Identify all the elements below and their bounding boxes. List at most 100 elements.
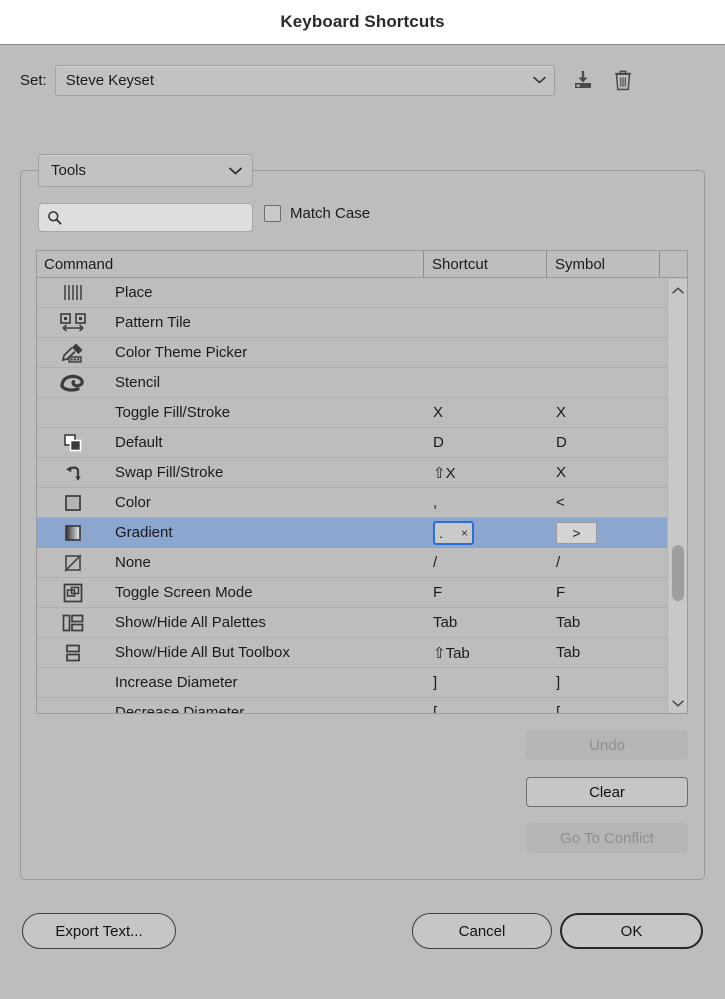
table-row[interactable]: Swap Fill/Stroke ⇧X X <box>37 458 687 488</box>
toolbox-icon <box>37 638 109 668</box>
default-fill-stroke-icon <box>37 428 109 458</box>
table-row[interactable]: Color Theme Picker <box>37 338 687 368</box>
table-body: Place Pattern Tile Color Theme Picker St… <box>37 278 687 713</box>
shortcut-value[interactable]: ⇧X <box>423 458 546 488</box>
window-title: Keyboard Shortcuts <box>280 12 445 31</box>
pattern-tile-icon <box>37 308 109 338</box>
category-dropdown[interactable]: Tools <box>38 154 253 187</box>
command-label: Pattern Tile <box>115 314 191 331</box>
shortcut-value[interactable]: D <box>423 428 546 458</box>
scroll-up-button[interactable] <box>668 281 687 299</box>
stencil-icon <box>37 368 109 398</box>
color-theme-picker-icon <box>37 338 109 368</box>
symbol-value: ] <box>556 674 561 691</box>
match-case-control[interactable]: Match Case <box>264 205 370 222</box>
ok-button-label: OK <box>620 922 643 940</box>
undo-button[interactable]: Undo <box>526 730 688 760</box>
shortcut-value[interactable] <box>423 278 546 308</box>
command-label: Default <box>115 434 163 451</box>
set-label: Set: <box>20 71 47 89</box>
shortcut-input[interactable]: . × <box>433 520 474 545</box>
command-label: Show/Hide All But Toolbox <box>115 644 290 661</box>
keyset-value: Steve Keyset <box>65 71 155 89</box>
shortcut-input-value: . <box>439 524 443 541</box>
table-row[interactable]: Toggle Fill/Stroke X X <box>37 398 687 428</box>
scroll-down-button[interactable] <box>668 694 687 712</box>
symbol-value <box>546 308 659 338</box>
gradient-icon <box>37 518 109 548</box>
delete-keyset-button[interactable] <box>611 67 635 93</box>
table-row[interactable]: Show/Hide All Palettes Tab Tab <box>37 608 687 638</box>
command-label: Swap Fill/Stroke <box>115 464 224 481</box>
row-icon-empty <box>37 698 109 714</box>
symbol-input[interactable]: > <box>556 521 597 544</box>
export-text-button[interactable]: Export Text... <box>22 913 176 949</box>
shortcuts-table: Command Shortcut Symbol Place Pattern Ti… <box>36 250 688 714</box>
table-row[interactable]: Show/Hide All But Toolbox ⇧Tab Tab <box>37 638 687 668</box>
table-scrollbar[interactable] <box>667 279 687 713</box>
table-row-selected[interactable]: Gradient . × > <box>37 518 687 548</box>
command-label: Decrease Diameter <box>115 704 245 714</box>
trash-icon <box>613 69 633 92</box>
keyset-dropdown[interactable]: Steve Keyset <box>54 64 555 96</box>
table-row[interactable]: Pattern Tile <box>37 308 687 338</box>
save-keyset-button[interactable] <box>571 67 595 93</box>
table-row[interactable]: None / / <box>37 548 687 578</box>
shortcut-value[interactable]: X <box>423 398 546 428</box>
table-row[interactable]: Stencil <box>37 368 687 398</box>
command-label: Toggle Screen Mode <box>115 584 253 601</box>
command-label: Color <box>115 494 151 511</box>
export-text-label: Export Text... <box>55 922 143 940</box>
table-row[interactable]: Toggle Screen Mode F F <box>37 578 687 608</box>
shortcut-value[interactable] <box>423 368 546 398</box>
shortcut-value[interactable]: ⇧Tab <box>423 638 546 668</box>
shortcut-value[interactable]: ] <box>423 668 546 698</box>
save-icon <box>572 69 594 91</box>
table-row[interactable]: Increase Diameter ] ] <box>37 668 687 698</box>
go-to-conflict-button[interactable]: Go To Conflict <box>526 823 688 853</box>
column-header-symbol[interactable]: Symbol <box>546 251 659 278</box>
column-header-shortcut[interactable]: Shortcut <box>423 251 546 278</box>
swap-fill-stroke-icon <box>37 458 109 488</box>
color-icon <box>37 488 109 518</box>
command-label: Toggle Fill/Stroke <box>115 404 231 421</box>
shortcut-value[interactable]: Tab <box>423 608 546 638</box>
table-row[interactable]: Decrease Diameter [ [ <box>37 698 687 714</box>
command-label: Stencil <box>115 374 161 391</box>
symbol-value <box>546 338 659 368</box>
clear-shortcut-icon[interactable]: × <box>461 526 468 540</box>
search-input[interactable] <box>62 204 252 231</box>
shortcut-value[interactable]: , <box>423 488 546 518</box>
shortcut-value[interactable]: F <box>423 578 546 608</box>
clear-button[interactable]: Clear <box>526 777 688 807</box>
match-case-label: Match Case <box>290 205 371 222</box>
symbol-value: D <box>556 434 567 451</box>
table-row[interactable]: Default D D <box>37 428 687 458</box>
column-header-command[interactable]: Command <box>37 251 423 278</box>
keyset-row: Set: Steve Keyset <box>0 45 725 115</box>
ok-button[interactable]: OK <box>560 913 703 949</box>
shortcut-edit-cell[interactable]: . × <box>423 518 546 548</box>
symbol-edit-cell[interactable]: > <box>546 518 659 548</box>
symbol-value: X <box>556 404 567 421</box>
symbol-value <box>546 278 659 308</box>
scrollbar-thumb[interactable] <box>672 545 684 601</box>
command-label: Increase Diameter <box>115 674 238 691</box>
match-case-checkbox[interactable] <box>264 205 281 222</box>
toggle-screen-mode-icon <box>37 578 109 608</box>
symbol-value: / <box>556 554 561 571</box>
shortcut-value[interactable]: [ <box>423 698 546 713</box>
symbol-value: X <box>556 464 567 481</box>
table-row[interactable]: Color , < <box>37 488 687 518</box>
window-titlebar: Keyboard Shortcuts <box>0 0 725 45</box>
row-icon-empty <box>37 668 109 698</box>
category-value: Tools <box>51 162 87 179</box>
shortcut-value[interactable] <box>423 308 546 338</box>
search-box[interactable] <box>38 203 253 232</box>
table-row[interactable]: Place <box>37 278 687 308</box>
command-label: Place <box>115 284 153 301</box>
cancel-button[interactable]: Cancel <box>412 913 552 949</box>
command-label: None <box>115 554 151 571</box>
shortcut-value[interactable] <box>423 338 546 368</box>
shortcut-value[interactable]: / <box>423 548 546 578</box>
